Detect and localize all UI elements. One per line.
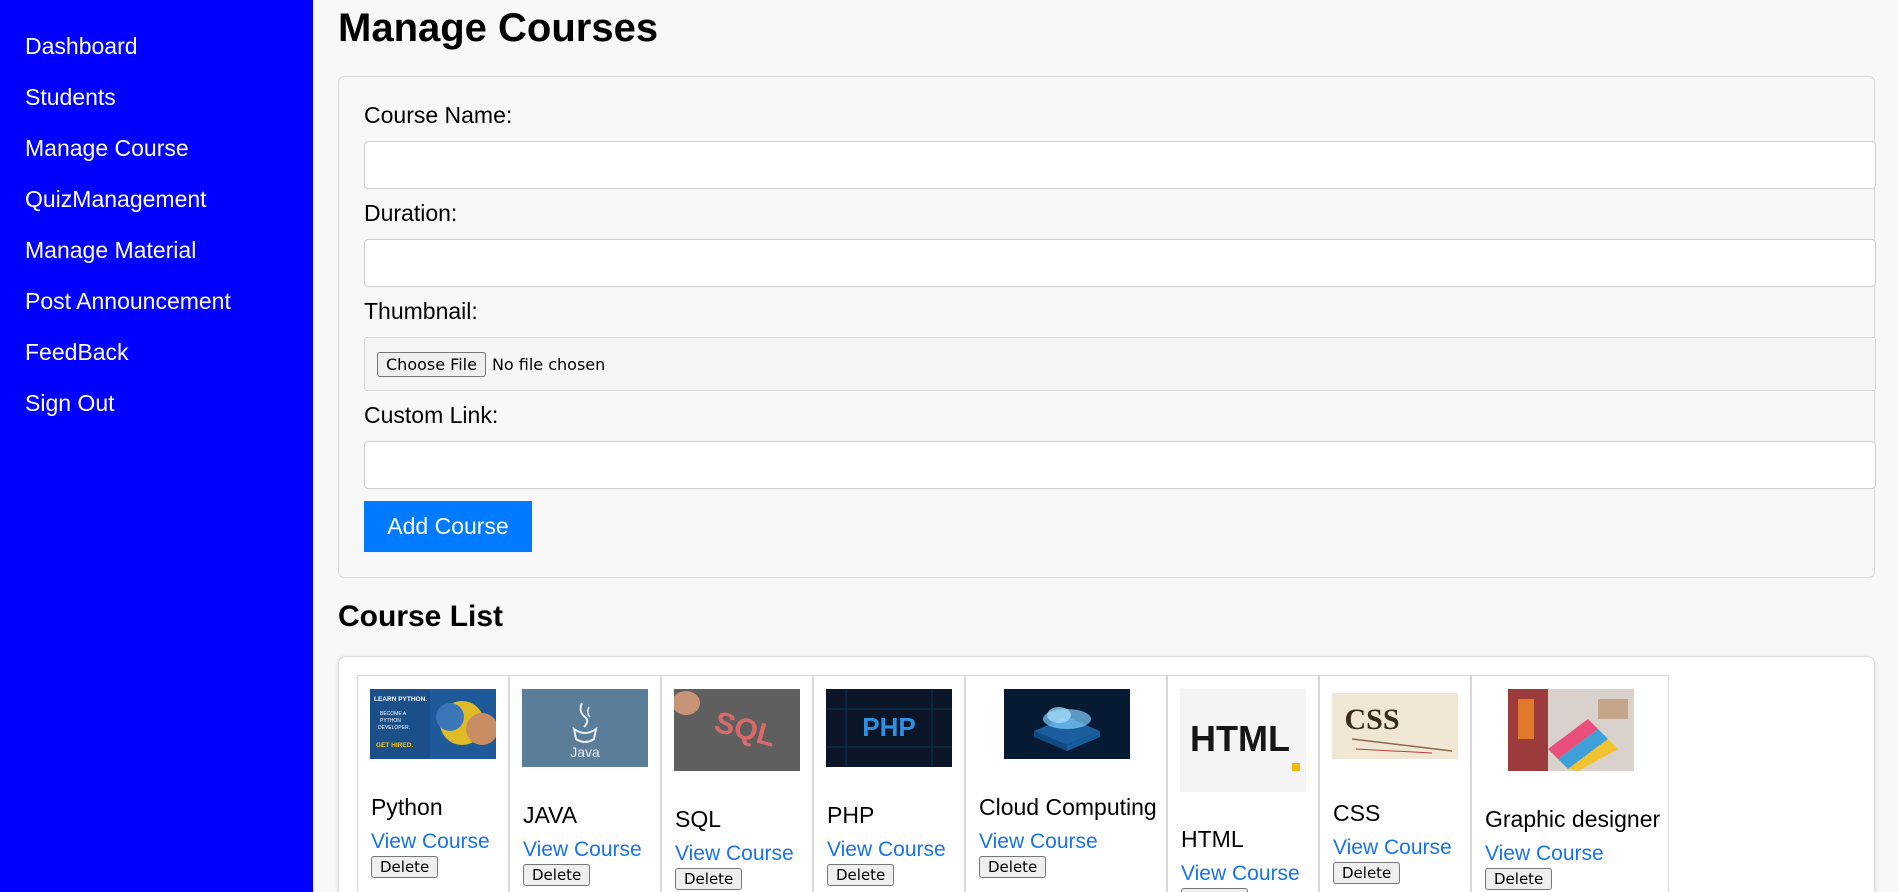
course-name: Python: [371, 794, 443, 820]
view-course-link[interactable]: View Course: [979, 830, 1098, 854]
python-thumbnail-text-1: LEARN PYTHON.: [374, 696, 427, 703]
sidebar-item-manage-course[interactable]: Manage Course: [25, 135, 189, 162]
duration-input[interactable]: [364, 239, 1876, 287]
file-status-text: No file chosen: [491, 354, 606, 374]
view-course-link[interactable]: View Course: [523, 838, 642, 862]
view-course-link[interactable]: View Course: [1485, 842, 1604, 866]
view-course-link[interactable]: View Course: [1333, 836, 1452, 860]
thumbnail-label: Thumbnail:: [364, 298, 478, 324]
course-name: Graphic designer: [1485, 806, 1661, 832]
java-thumbnail-text: Java: [570, 744, 600, 760]
delete-course-button[interactable]: Delete: [1485, 868, 1553, 890]
python-thumbnail-text-5: GET HIRED.: [376, 742, 413, 749]
delete-course-button[interactable]: Delete: [827, 864, 895, 886]
course-card: PHP PHP View Course Delete: [813, 675, 965, 892]
css-thumbnail-text: CSS: [1344, 703, 1399, 736]
sidebar-item-quiz-management[interactable]: QuizManagement: [25, 186, 207, 213]
course-card: Java JAVA View Course Delete: [509, 675, 661, 892]
sidebar-item-sign-out[interactable]: Sign Out: [25, 390, 115, 417]
course-card: LEARN PYTHON. BECOME A PYTHON DEVELOPER.…: [357, 675, 509, 892]
delete-course-button[interactable]: Delete: [523, 864, 591, 886]
sidebar-item-feedback[interactable]: FeedBack: [25, 339, 129, 366]
view-course-link[interactable]: View Course: [1181, 862, 1300, 886]
sidebar-item-post-announcement[interactable]: Post Announcement: [25, 288, 231, 315]
delete-course-button[interactable]: Delete: [1181, 888, 1249, 892]
course-name: PHP: [827, 802, 875, 828]
custom-link-label: Custom Link:: [364, 402, 499, 428]
choose-file-button[interactable]: Choose File: [377, 351, 486, 377]
cloud-computing-thumbnail: [1004, 689, 1130, 759]
php-thumbnail: PHP: [826, 689, 952, 767]
php-thumbnail-text: PHP: [862, 712, 915, 742]
course-card: HTML HTML View Course Delete: [1167, 675, 1319, 892]
graphic-design-thumbnail: [1508, 689, 1634, 771]
html-thumbnail-text: HTML: [1190, 718, 1290, 759]
course-card: Cloud Computing View Course Delete: [965, 675, 1167, 892]
sidebar-item-manage-material[interactable]: Manage Material: [25, 237, 196, 264]
course-name: CSS: [1333, 800, 1381, 826]
delete-course-button[interactable]: Delete: [675, 868, 743, 890]
add-course-button[interactable]: Add Course: [364, 501, 532, 552]
course-card: Graphic designer View Course Delete: [1471, 675, 1669, 892]
python-thumbnail-text-2: BECOME A: [380, 711, 407, 717]
course-list: LEARN PYTHON. BECOME A PYTHON DEVELOPER.…: [338, 656, 1875, 892]
custom-link-input[interactable]: [364, 441, 1876, 489]
sidebar-item-students[interactable]: Students: [25, 84, 116, 111]
duration-label: Duration:: [364, 200, 458, 226]
view-course-link[interactable]: View Course: [827, 838, 946, 862]
sidebar-item-dashboard[interactable]: Dashboard: [25, 33, 138, 60]
course-name-label: Course Name:: [364, 102, 513, 128]
course-name: HTML: [1181, 826, 1244, 852]
css-thumbnail: CSS: [1332, 693, 1458, 759]
add-course-form: Course Name: Duration: Thumbnail: Choose…: [338, 76, 1876, 578]
html-thumbnail: HTML: [1180, 689, 1306, 792]
course-list-title: Course List: [338, 600, 504, 633]
thumbnail-file-input: Choose File No file chosen: [364, 337, 1876, 391]
delete-course-button[interactable]: Delete: [979, 856, 1047, 878]
view-course-link[interactable]: View Course: [675, 842, 794, 866]
course-card: SQL SQL View Course Delete: [661, 675, 813, 892]
page-title: Manage Courses: [338, 6, 659, 50]
delete-course-button[interactable]: Delete: [371, 856, 439, 878]
sql-thumbnail: SQL: [674, 689, 800, 771]
course-card: CSS CSS View Course Delete: [1319, 675, 1471, 892]
delete-course-button[interactable]: Delete: [1333, 862, 1401, 884]
course-name: Cloud Computing: [979, 794, 1157, 820]
course-name-input[interactable]: [364, 141, 1876, 189]
python-thumbnail-text-4: DEVELOPER.: [378, 725, 410, 731]
python-thumbnail: LEARN PYTHON. BECOME A PYTHON DEVELOPER.…: [370, 689, 496, 759]
java-thumbnail: Java: [522, 689, 648, 767]
course-name: JAVA: [523, 802, 578, 828]
sidebar: Dashboard Students Manage Course QuizMan…: [0, 0, 313, 892]
python-thumbnail-text-3: PYTHON: [380, 718, 401, 724]
view-course-link[interactable]: View Course: [371, 830, 490, 854]
course-name: SQL: [675, 806, 722, 832]
